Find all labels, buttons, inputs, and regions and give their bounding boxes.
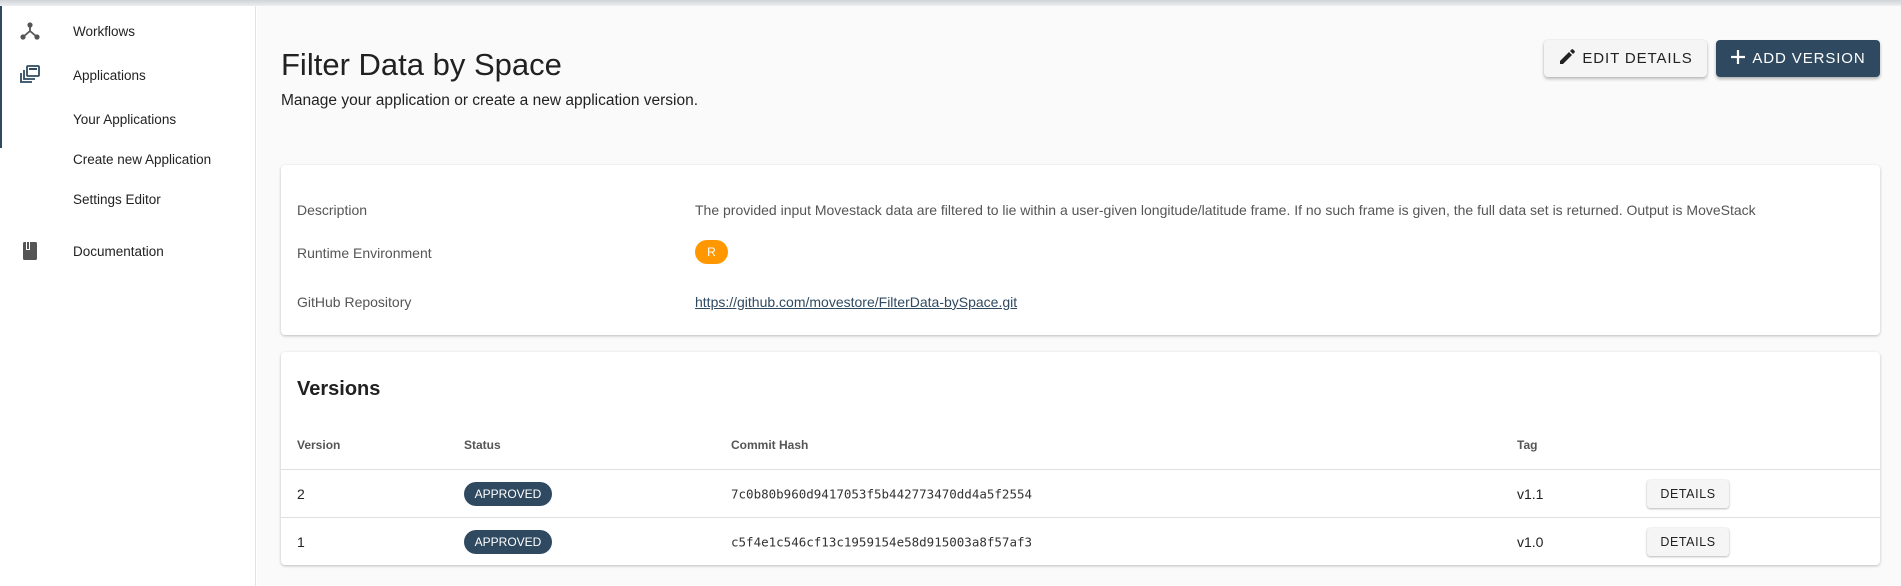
column-header-version: Version xyxy=(297,438,341,452)
repository-link[interactable]: https://github.com/movestore/FilterData-… xyxy=(695,294,1017,310)
sidebar-item-label: Workflows xyxy=(73,23,136,39)
column-header-tag: Tag xyxy=(1517,438,1538,452)
add-version-button[interactable]: ADD VERSION xyxy=(1716,40,1880,77)
applications-icon xyxy=(19,64,41,86)
column-header-commit-hash: Commit Hash xyxy=(731,438,809,452)
version-number: 2 xyxy=(297,485,305,502)
table-row: 1 APPROVED c5f4e1c546cf13c1959154e58d915… xyxy=(281,517,1880,565)
versions-card: Versions Version Status Commit Hash Tag … xyxy=(281,352,1880,565)
commit-hash: 7c0b80b960d9417053f5b442773470dd4a5f2554 xyxy=(731,486,1033,501)
commit-hash: c5f4e1c546cf13c1959154e58d915003a8f57af3 xyxy=(731,534,1033,549)
book-icon xyxy=(19,240,41,262)
sidebar-item-applications[interactable]: Applications xyxy=(0,55,255,95)
edit-details-button[interactable]: EDIT DETAILS xyxy=(1544,40,1707,77)
runtime-label: Runtime Environment xyxy=(297,245,432,261)
versions-title: Versions xyxy=(297,378,381,400)
repository-label: GitHub Repository xyxy=(297,294,412,310)
page-title: Filter Data by Space xyxy=(281,47,562,82)
sidebar-item-label: Settings Editor xyxy=(73,191,161,207)
sidebar-item-label: Documentation xyxy=(73,243,164,259)
plus-icon xyxy=(1730,49,1746,69)
sidebar-item-label: Create new Application xyxy=(73,151,212,167)
runtime-chip: R xyxy=(695,240,728,264)
add-version-label: ADD VERSION xyxy=(1752,50,1866,67)
status-badge: APPROVED xyxy=(464,529,552,554)
sidebar-item-label: Your Applications xyxy=(73,111,177,127)
column-header-status: Status xyxy=(464,438,501,452)
version-number: 1 xyxy=(297,533,305,550)
active-indicator xyxy=(0,6,2,148)
edit-details-label: EDIT DETAILS xyxy=(1582,50,1693,67)
details-button[interactable]: DETAILS xyxy=(1647,479,1729,508)
table-row: 2 APPROVED 7c0b80b960d9417053f5b44277347… xyxy=(281,469,1880,517)
status-badge: APPROVED xyxy=(464,481,552,506)
sidebar: Workflows Applications Your Applications… xyxy=(0,6,256,586)
sidebar-item-settings-editor[interactable]: Settings Editor xyxy=(0,179,255,219)
details-card: Description The provided input Movestack… xyxy=(281,165,1880,335)
pencil-icon xyxy=(1558,48,1576,70)
main-content: Filter Data by Space Manage your applica… xyxy=(257,6,1901,586)
sidebar-item-documentation[interactable]: Documentation xyxy=(0,231,255,271)
sidebar-item-label: Applications xyxy=(73,67,146,83)
description-value: The provided input Movestack data are fi… xyxy=(695,202,1756,218)
version-tag: v1.0 xyxy=(1517,533,1544,550)
version-tag: v1.1 xyxy=(1517,485,1544,502)
page-subtitle: Manage your application or create a new … xyxy=(281,92,699,109)
description-label: Description xyxy=(297,202,368,218)
sidebar-item-create-application[interactable]: Create new Application xyxy=(0,139,255,179)
sidebar-item-your-applications[interactable]: Your Applications xyxy=(0,99,255,139)
sidebar-item-workflows[interactable]: Workflows xyxy=(0,11,255,51)
workflow-icon xyxy=(19,20,41,42)
details-button[interactable]: DETAILS xyxy=(1647,527,1729,556)
